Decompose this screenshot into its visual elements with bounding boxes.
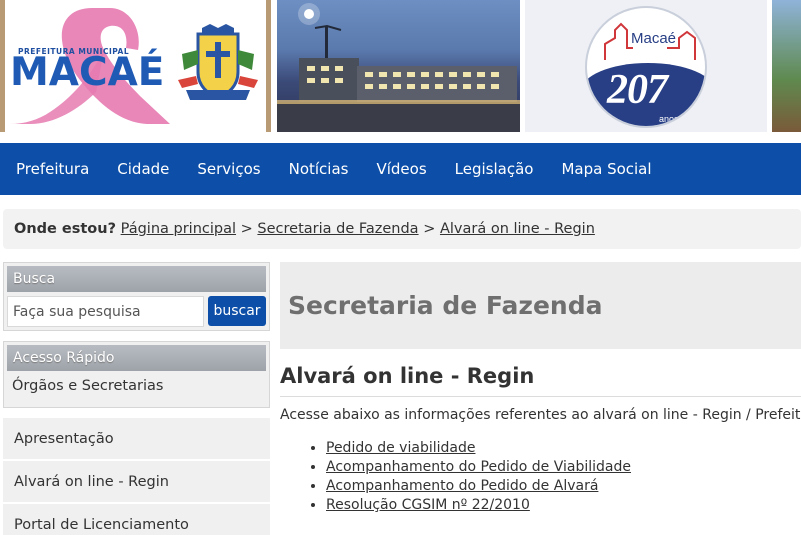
- anniversary-suffix: anos: [659, 114, 679, 124]
- nav-item-servicos[interactable]: Serviços: [197, 160, 260, 178]
- sidebar-item-alvara-regin[interactable]: Alvará on line - Regin: [3, 461, 270, 504]
- banner-photo-edge[interactable]: [772, 0, 801, 132]
- city-crest-icon: [178, 24, 258, 100]
- link-pedido-viabilidade[interactable]: Pedido de viabilidade: [326, 440, 475, 456]
- main-nav-list: Prefeitura Cidade Serviços Notícias Víde…: [0, 143, 801, 195]
- search-box-title: Busca: [7, 266, 266, 292]
- breadcrumb-separator: >: [240, 221, 253, 237]
- link-list: Pedido de viabilidade Acompanhamento do …: [280, 439, 801, 515]
- search-box: Busca buscar: [3, 262, 270, 331]
- quick-access-title: Acesso Rápido: [7, 345, 266, 371]
- list-item: Pedido de viabilidade: [326, 439, 801, 458]
- breadcrumb-separator: >: [423, 221, 436, 237]
- breadcrumb-link-secretaria[interactable]: Secretaria de Fazenda: [257, 221, 418, 237]
- breadcrumb-label: Onde estou?: [14, 221, 117, 237]
- sidebar-item-apresentacao[interactable]: Apresentação: [3, 418, 270, 461]
- breadcrumb-link-home[interactable]: Página principal: [121, 221, 236, 237]
- logo-title: MACAÉ: [10, 50, 165, 95]
- sidebar-menu: Apresentação Alvará on line - Regin Port…: [3, 418, 270, 535]
- search-row: buscar: [7, 296, 266, 327]
- banner-photo-city-building[interactable]: [277, 0, 520, 132]
- city-logo[interactable]: PREFEITURA MUNICIPAL MACAÉ: [0, 0, 271, 132]
- main-nav: Prefeitura Cidade Serviços Notícias Víde…: [0, 143, 801, 195]
- nav-item-videos[interactable]: Vídeos: [376, 160, 426, 178]
- nav-item-mapa-social[interactable]: Mapa Social: [561, 160, 651, 178]
- page-title: Alvará on line - Regin: [280, 364, 535, 388]
- nav-item-legislacao[interactable]: Legislação: [455, 160, 534, 178]
- list-item: Acompanhamento do Pedido de Viabilidade: [326, 458, 801, 477]
- anniversary-town: Macaé: [631, 30, 677, 47]
- anniversary-number: 207: [607, 67, 668, 113]
- intro-text: Acesse abaixo as informações referentes …: [280, 407, 801, 423]
- search-input[interactable]: [7, 296, 204, 327]
- anniversary-seal: Macaé 207 anos: [585, 6, 707, 128]
- sidebar-item-portal-licenciamento[interactable]: Portal de Licenciamento: [3, 504, 270, 535]
- link-acompanhamento-viabilidade[interactable]: Acompanhamento do Pedido de Viabilidade: [326, 459, 631, 475]
- link-resolucao-cgsim[interactable]: Resolução CGSIM nº 22/2010: [326, 497, 530, 513]
- main-content: Secretaria de Fazenda Alvará on line - R…: [280, 262, 801, 515]
- section-header: Secretaria de Fazenda: [280, 262, 801, 349]
- title-divider: [280, 396, 801, 397]
- nav-item-noticias[interactable]: Notícias: [289, 160, 349, 178]
- section-title: Secretaria de Fazenda: [288, 291, 603, 320]
- list-item: Acompanhamento do Pedido de Alvará: [326, 477, 801, 496]
- building-photo: [277, 3, 520, 132]
- search-button[interactable]: buscar: [208, 296, 266, 326]
- link-acompanhamento-alvara[interactable]: Acompanhamento do Pedido de Alvará: [326, 478, 598, 494]
- sidebar: Busca buscar Acesso Rápido Órgãos e Secr…: [3, 262, 270, 535]
- breadcrumb-link-current[interactable]: Alvará on line - Regin: [440, 221, 595, 237]
- breadcrumb: Onde estou? Página principal > Secretari…: [3, 209, 801, 249]
- list-item: Resolução CGSIM nº 22/2010: [326, 496, 801, 515]
- quick-access-item-orgaos[interactable]: Órgãos e Secretarias: [7, 371, 266, 404]
- quick-access-box: Acesso Rápido Órgãos e Secretarias: [3, 341, 270, 408]
- anniversary-banner[interactable]: Macaé 207 anos: [525, 0, 767, 132]
- nav-item-prefeitura[interactable]: Prefeitura: [16, 160, 89, 178]
- nav-item-cidade[interactable]: Cidade: [117, 160, 169, 178]
- header-banner: PREFEITURA MUNICIPAL MACAÉ Macaé 207 ano…: [0, 0, 801, 138]
